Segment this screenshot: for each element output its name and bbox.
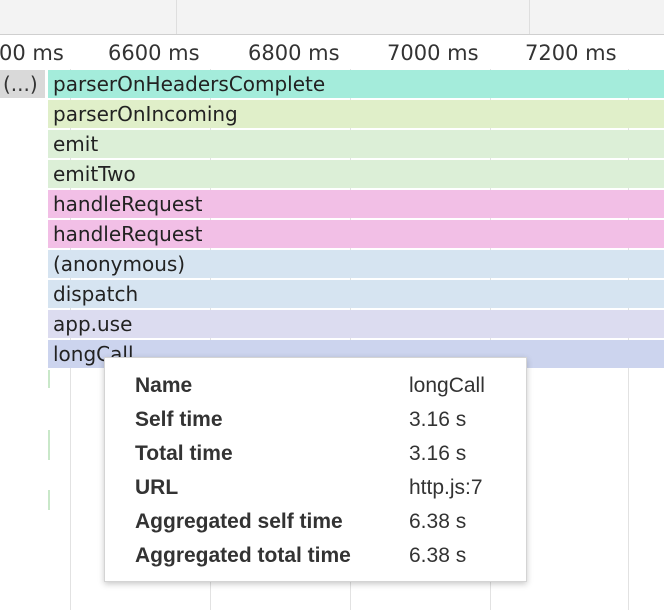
ruler-tick-label: 6800 ms — [248, 41, 340, 65]
tooltip-key: Self time — [135, 408, 223, 431]
tooltip-row: Aggregated total time 6.38 s — [105, 544, 526, 578]
tooltip-value: 3.16 s — [409, 442, 467, 465]
tooltip-key: Aggregated self time — [135, 510, 343, 533]
overview-divider — [176, 0, 177, 34]
tooltip-key: Name — [135, 374, 193, 397]
time-ruler[interactable]: 00 ms 6600 ms 6800 ms 7000 ms 7200 ms — [0, 35, 664, 69]
tooltip-row: URL http.js:7 — [105, 476, 526, 510]
tooltip-value: http.js:7 — [409, 476, 483, 499]
tooltip-value: 3.16 s — [409, 408, 467, 431]
tooltip-row: Self time 3.16 s — [105, 408, 526, 442]
tooltip-value: longCall — [409, 374, 485, 397]
frame-details-tooltip: Name longCall Self time 3.16 s Total tim… — [104, 357, 527, 582]
tooltip-key: URL — [135, 476, 179, 499]
tooltip-value: 6.38 s — [409, 510, 467, 533]
flame-frame-collapsed[interactable]: (...) — [0, 70, 45, 98]
flame-frame[interactable]: parserOnHeadersComplete — [48, 70, 664, 98]
ruler-tick-label: 7200 ms — [525, 41, 617, 65]
ruler-tick-label: 7000 ms — [387, 41, 479, 65]
flame-frame[interactable]: handleRequest — [48, 220, 664, 248]
tooltip-row: Name longCall — [105, 374, 526, 408]
ruler-tick-label: 6600 ms — [108, 41, 200, 65]
overview-strip[interactable] — [0, 0, 664, 35]
overview-divider — [529, 0, 530, 34]
flame-frame[interactable]: (anonymous) — [48, 250, 664, 278]
flame-stub — [48, 430, 50, 460]
ruler-tick-label: 00 ms — [0, 41, 64, 65]
flame-frame[interactable]: handleRequest — [48, 190, 664, 218]
flame-frame[interactable]: emitTwo — [48, 160, 664, 188]
tooltip-row: Total time 3.16 s — [105, 442, 526, 476]
tooltip-row: Aggregated self time 6.38 s — [105, 510, 526, 544]
flame-stub — [48, 370, 50, 388]
flame-frame[interactable]: parserOnIncoming — [48, 100, 664, 128]
flame-frame[interactable]: emit — [48, 130, 664, 158]
flame-frame[interactable]: dispatch — [48, 280, 664, 308]
tooltip-value: 6.38 s — [409, 544, 467, 567]
flame-frame[interactable]: app.use — [48, 310, 664, 338]
tooltip-key: Aggregated total time — [135, 544, 351, 567]
flame-stub — [48, 490, 50, 510]
tooltip-key: Total time — [135, 442, 233, 465]
